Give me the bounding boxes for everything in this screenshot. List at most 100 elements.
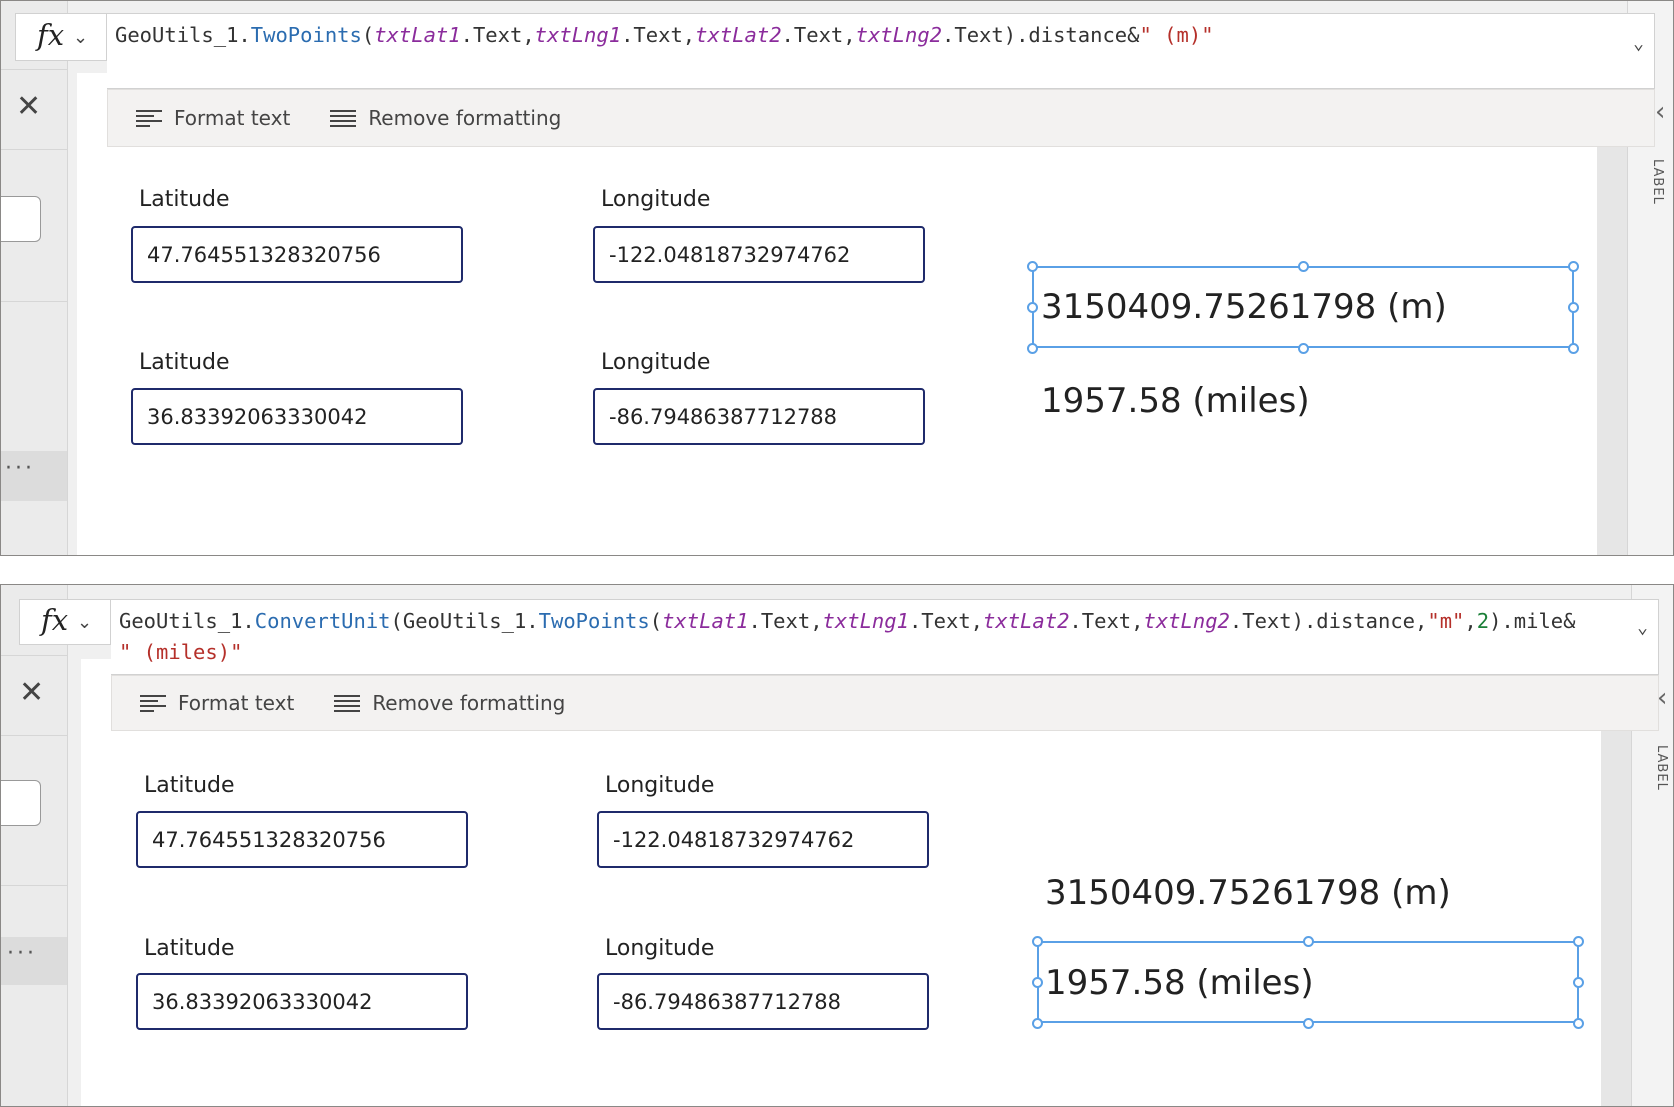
resize-handle[interactable] bbox=[1573, 977, 1584, 988]
rail-separator bbox=[1, 655, 67, 656]
remove-formatting-icon bbox=[330, 107, 357, 130]
control-stub[interactable] bbox=[1, 780, 41, 826]
formula-token: txtLng1 bbox=[822, 609, 909, 633]
format-text-label: Format text bbox=[174, 106, 291, 130]
resize-handle[interactable] bbox=[1573, 1018, 1584, 1029]
editor-panel-1: ✕ ··· ‹ LABEL fx ⌄ GeoUtils_1.TwoPoints(… bbox=[0, 0, 1674, 556]
longitude-label: Longitude bbox=[601, 350, 711, 375]
formula-token: .Text, bbox=[1069, 609, 1144, 633]
resize-handle[interactable] bbox=[1032, 977, 1043, 988]
chevron-down-icon[interactable]: ⌄ bbox=[1633, 28, 1644, 59]
formula-token: txtLng1 bbox=[534, 23, 622, 47]
editor-panel-2: ✕ ··· ‹ LABEL fx ⌄ GeoUtils_1.ConvertUni… bbox=[0, 584, 1674, 1107]
formula-token: TwoPoints bbox=[250, 23, 362, 47]
formula-token: , bbox=[1464, 609, 1477, 633]
latitude-label: Latitude bbox=[139, 350, 230, 375]
formula-token: " (m)" bbox=[1139, 23, 1214, 47]
formula-token: .Text, bbox=[460, 23, 535, 47]
distance-miles-label[interactable]: 1957.58 (miles) bbox=[1041, 381, 1310, 421]
longitude-input-1[interactable]: -122.04818732974762 bbox=[597, 811, 929, 868]
remove-formatting-label: Remove formatting bbox=[372, 691, 566, 715]
formula-token: txtLng2 bbox=[1143, 609, 1230, 633]
rail-separator bbox=[1, 885, 67, 886]
formula-token: 2 bbox=[1476, 609, 1490, 633]
formula-token: ( bbox=[361, 23, 375, 47]
resize-handle[interactable] bbox=[1298, 261, 1309, 272]
distance-meters-label[interactable]: 3150409.75261798 (m) bbox=[1045, 873, 1451, 913]
remove-formatting-icon bbox=[334, 692, 361, 715]
longitude-input-2[interactable]: -86.79486387712788 bbox=[597, 973, 929, 1030]
resize-handle[interactable] bbox=[1027, 343, 1038, 354]
longitude-input-1[interactable]: -122.04818732974762 bbox=[593, 226, 925, 283]
formula-line: GeoUtils_1.ConvertUnit(GeoUtils_1.TwoPoi… bbox=[119, 606, 1648, 637]
resize-handle[interactable] bbox=[1303, 1018, 1314, 1029]
resize-handle[interactable] bbox=[1298, 343, 1309, 354]
resize-handle[interactable] bbox=[1573, 936, 1584, 947]
longitude-label: Longitude bbox=[601, 187, 711, 212]
resize-handle[interactable] bbox=[1027, 261, 1038, 272]
remove-formatting-button[interactable]: Remove formatting bbox=[334, 691, 565, 715]
longitude-label: Longitude bbox=[605, 936, 715, 961]
selection-frame[interactable] bbox=[1037, 941, 1579, 1023]
close-icon[interactable]: ✕ bbox=[16, 89, 41, 124]
formula-token: txtLat2 bbox=[983, 609, 1070, 633]
format-text-label: Format text bbox=[178, 691, 295, 715]
formula-token: GeoUtils_1. bbox=[115, 23, 251, 47]
more-icon[interactable]: ··· bbox=[5, 456, 35, 481]
fx-icon: fx bbox=[41, 603, 69, 637]
scrollbar-track[interactable] bbox=[1597, 141, 1627, 555]
latitude-input-2[interactable]: 36.83392063330042 bbox=[136, 973, 468, 1030]
resize-handle[interactable] bbox=[1032, 936, 1043, 947]
formula-token: (GeoUtils_1. bbox=[390, 609, 539, 633]
formula-token: txtLng2 bbox=[855, 23, 943, 47]
latitude-input-1[interactable]: 47.764551328320756 bbox=[136, 811, 468, 868]
format-text-icon bbox=[136, 107, 162, 130]
scrollbar-track[interactable] bbox=[1601, 731, 1631, 1106]
latitude-label: Latitude bbox=[139, 187, 230, 212]
formula-line: " (miles)" bbox=[119, 637, 1648, 668]
side-label: LABEL bbox=[1650, 159, 1665, 205]
selection-frame[interactable] bbox=[1032, 266, 1574, 348]
more-icon[interactable]: ··· bbox=[7, 941, 37, 966]
formula-bar[interactable]: GeoUtils_1.ConvertUnit(GeoUtils_1.TwoPoi… bbox=[111, 599, 1659, 675]
formula-token: ConvertUnit bbox=[254, 609, 391, 633]
resize-handle[interactable] bbox=[1303, 936, 1314, 947]
fx-button[interactable]: fx ⌄ bbox=[15, 13, 107, 61]
close-icon[interactable]: ✕ bbox=[19, 675, 44, 710]
formula-bar[interactable]: GeoUtils_1.TwoPoints(txtLat1.Text,txtLng… bbox=[107, 13, 1655, 89]
format-text-button[interactable]: Format text bbox=[140, 691, 294, 715]
left-rail bbox=[1, 585, 68, 1106]
longitude-label: Longitude bbox=[605, 773, 715, 798]
formula-token: txtLat1 bbox=[374, 23, 461, 47]
remove-formatting-button[interactable]: Remove formatting bbox=[330, 106, 561, 130]
resize-handle[interactable] bbox=[1027, 302, 1038, 313]
format-toolbar: Format text Remove formatting bbox=[107, 89, 1655, 147]
rail-separator bbox=[1, 301, 67, 302]
formula-token: TwoPoints bbox=[538, 609, 650, 633]
chevron-down-icon: ⌄ bbox=[77, 612, 93, 633]
fx-icon: fx bbox=[37, 18, 65, 52]
resize-handle[interactable] bbox=[1568, 343, 1579, 354]
formula-token: .Text).distance, bbox=[1229, 609, 1428, 633]
control-stub[interactable] bbox=[1, 196, 41, 242]
side-label: LABEL bbox=[1654, 745, 1669, 791]
latitude-input-1[interactable]: 47.764551328320756 bbox=[131, 226, 463, 283]
latitude-input-2[interactable]: 36.83392063330042 bbox=[131, 388, 463, 445]
resize-handle[interactable] bbox=[1568, 261, 1579, 272]
chevron-down-icon: ⌄ bbox=[73, 27, 89, 48]
longitude-input-2[interactable]: -86.79486387712788 bbox=[593, 388, 925, 445]
chevron-left-icon[interactable]: ‹ bbox=[1655, 97, 1665, 127]
formula-token: .Text, bbox=[908, 609, 984, 633]
formula-token: ( bbox=[649, 609, 663, 633]
latitude-label: Latitude bbox=[144, 773, 235, 798]
formula-line: GeoUtils_1.TwoPoints(txtLat1.Text,txtLng… bbox=[115, 20, 1644, 51]
resize-handle[interactable] bbox=[1032, 1018, 1043, 1029]
format-text-button[interactable]: Format text bbox=[136, 106, 290, 130]
chevron-down-icon[interactable]: ⌄ bbox=[1637, 612, 1648, 643]
resize-handle[interactable] bbox=[1568, 302, 1579, 313]
fx-button[interactable]: fx ⌄ bbox=[19, 599, 111, 645]
latitude-label: Latitude bbox=[144, 936, 235, 961]
formula-token: .Text, bbox=[621, 23, 696, 47]
formula-token: GeoUtils_1. bbox=[119, 609, 255, 633]
formula-token: .Text).distance& bbox=[942, 23, 1140, 47]
